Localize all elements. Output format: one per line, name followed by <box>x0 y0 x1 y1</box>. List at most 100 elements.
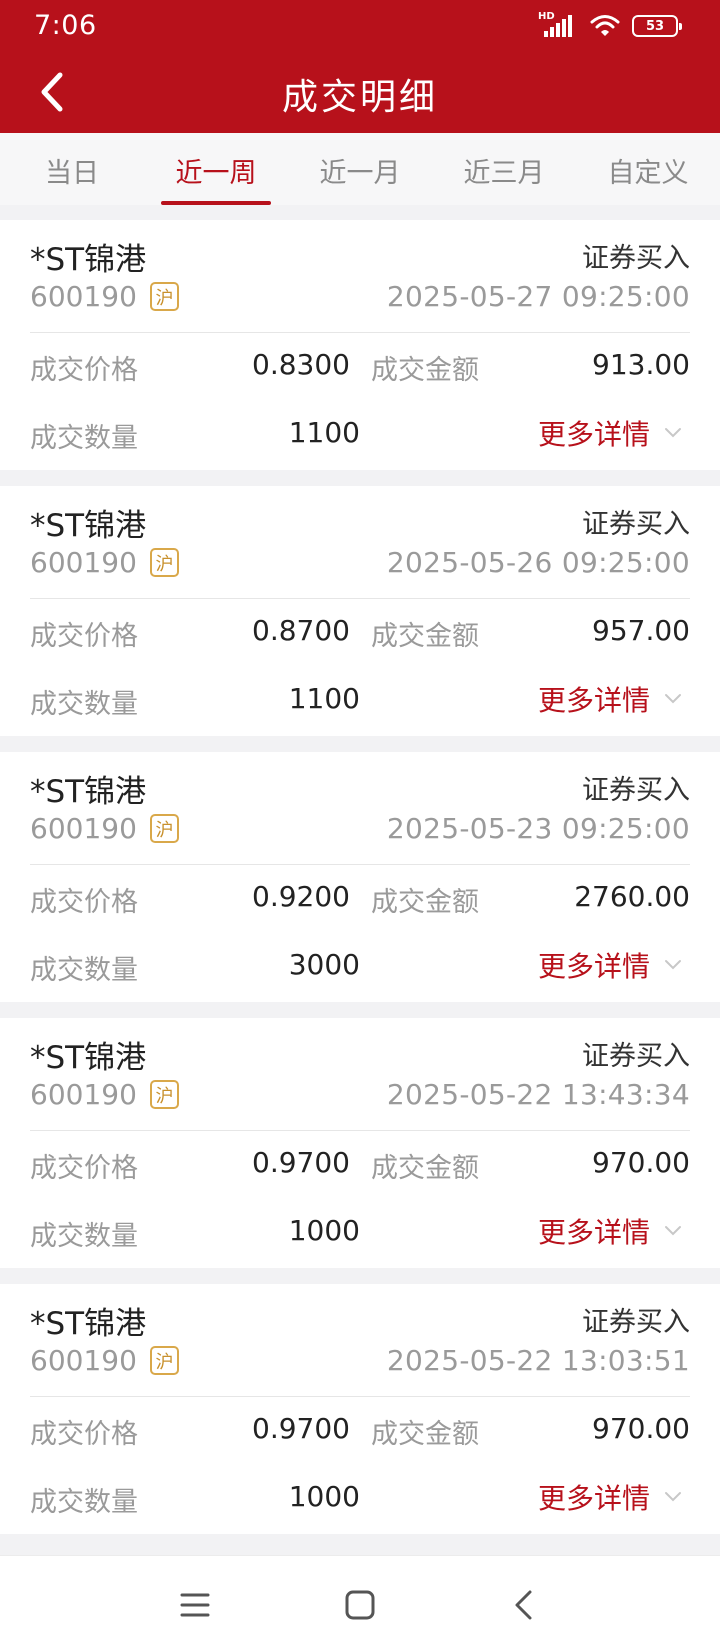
divider <box>30 1130 690 1131</box>
page-title: 成交明细 <box>281 77 438 118</box>
nav-bar: 成交明细 <box>0 52 720 133</box>
price-label: 成交价格 <box>30 621 138 652</box>
divider <box>30 864 690 865</box>
more-details-button[interactable]: 更多详情 <box>538 945 682 985</box>
divider <box>30 598 690 599</box>
tab-month[interactable]: 近一月 <box>288 151 432 190</box>
market-badge: 沪 <box>150 282 179 311</box>
status-time: 7:06 <box>34 10 97 41</box>
more-details-label: 更多详情 <box>537 418 650 451</box>
price-value: 0.8300 <box>252 348 350 381</box>
price-value: 0.9200 <box>252 880 350 913</box>
system-back-button[interactable] <box>500 1582 546 1628</box>
battery-icon: 53 <box>632 15 682 37</box>
stock-code: 600190 <box>30 1078 137 1111</box>
quantity-value: 1000 <box>288 1214 360 1247</box>
trade-time: 2025-05-23 09:25:00 <box>386 812 690 845</box>
stock-code: 600190 <box>30 1344 137 1377</box>
amount-label: 成交金额 <box>371 621 479 652</box>
status-icons: HD 53 <box>538 11 682 40</box>
trade-card[interactable]: *ST锦港 证券买入 600190 沪 2025-05-22 13:03:51 … <box>0 1284 720 1534</box>
amount-value: 970.00 <box>592 1146 690 1179</box>
more-details-label: 更多详情 <box>537 950 650 983</box>
quantity-value: 3000 <box>288 948 360 981</box>
quantity-value: 1100 <box>288 416 360 449</box>
status-bar: 7:06 HD 53 <box>0 0 720 52</box>
amount-value: 2760.00 <box>574 880 690 913</box>
app-header: 7:06 HD 53 成交明细 <box>0 0 720 133</box>
trade-type: 证券买入 <box>582 1041 690 1072</box>
price-label: 成交价格 <box>30 887 138 918</box>
price-label: 成交价格 <box>30 355 138 386</box>
trade-card[interactable]: *ST锦港 证券买入 600190 沪 2025-05-22 13:43:34 … <box>0 1018 720 1268</box>
amount-label: 成交金额 <box>371 355 479 386</box>
tab-week[interactable]: 近一周 <box>144 151 288 190</box>
trade-type: 证券买入 <box>582 243 690 274</box>
trade-card[interactable]: *ST锦港 证券买入 600190 沪 2025-05-26 09:25:00 … <box>0 486 720 736</box>
trade-time: 2025-05-27 09:25:00 <box>386 280 690 313</box>
back-arrow-icon <box>515 1590 532 1620</box>
trade-type: 证券买入 <box>582 1307 690 1338</box>
wifi-icon <box>590 15 620 36</box>
divider <box>30 1396 690 1397</box>
trade-time: 2025-05-22 13:03:51 <box>386 1344 690 1377</box>
quantity-label: 成交数量 <box>30 423 138 454</box>
period-tabs: 当日 近一周 近一月 近三月 自定义 <box>0 133 720 205</box>
price-value: 0.9700 <box>252 1412 350 1445</box>
price-value: 0.9700 <box>252 1146 350 1179</box>
battery-level: 53 <box>645 18 665 34</box>
market-badge: 沪 <box>150 1080 179 1109</box>
quantity-value: 1100 <box>288 682 360 715</box>
signal-icon: HD <box>538 11 578 39</box>
menu-icon <box>180 1593 210 1617</box>
chevron-down-icon <box>665 428 681 438</box>
quantity-label: 成交数量 <box>30 955 138 986</box>
more-details-button[interactable]: 更多详情 <box>538 1211 682 1251</box>
chevron-down-icon <box>665 694 681 704</box>
market-badge: 沪 <box>150 814 179 843</box>
amount-label: 成交金额 <box>371 1153 479 1184</box>
quantity-label: 成交数量 <box>30 1221 138 1252</box>
stock-code: 600190 <box>30 546 137 579</box>
trade-list: *ST锦港 证券买入 600190 沪 2025-05-27 09:25:00 … <box>0 220 720 1550</box>
quantity-value: 1000 <box>288 1480 360 1513</box>
tab-today[interactable]: 当日 <box>0 151 144 190</box>
divider <box>30 332 690 333</box>
price-label: 成交价格 <box>30 1153 138 1184</box>
trade-card[interactable]: *ST锦港 证券买入 600190 沪 2025-05-27 09:25:00 … <box>0 220 720 470</box>
home-button[interactable] <box>337 1582 383 1628</box>
chevron-down-icon <box>665 1492 681 1502</box>
more-details-button[interactable]: 更多详情 <box>538 679 682 719</box>
trade-type: 证券买入 <box>582 509 690 540</box>
tab-custom[interactable]: 自定义 <box>576 151 720 190</box>
price-value: 0.8700 <box>252 614 350 647</box>
chevron-down-icon <box>665 1226 681 1236</box>
more-details-label: 更多详情 <box>537 684 650 717</box>
home-square-icon <box>345 1590 375 1620</box>
more-details-label: 更多详情 <box>537 1216 650 1249</box>
stock-name: *ST锦港 <box>30 1306 147 1342</box>
active-tab-indicator <box>161 201 271 205</box>
amount-value: 957.00 <box>592 614 690 647</box>
tab-three-months[interactable]: 近三月 <box>432 151 576 190</box>
market-badge: 沪 <box>150 548 179 577</box>
amount-value: 970.00 <box>592 1412 690 1445</box>
stock-name: *ST锦港 <box>30 1040 147 1076</box>
stock-name: *ST锦港 <box>30 242 147 278</box>
amount-label: 成交金额 <box>371 887 479 918</box>
more-details-button[interactable]: 更多详情 <box>538 413 682 453</box>
trade-time: 2025-05-26 09:25:00 <box>386 546 690 579</box>
stock-name: *ST锦港 <box>30 508 147 544</box>
more-details-button[interactable]: 更多详情 <box>538 1477 682 1517</box>
market-badge: 沪 <box>150 1346 179 1375</box>
trade-card[interactable]: *ST锦港 证券买入 600190 沪 2025-05-23 09:25:00 … <box>0 752 720 1002</box>
menu-button[interactable] <box>172 1582 218 1628</box>
quantity-label: 成交数量 <box>30 689 138 720</box>
stock-name: *ST锦港 <box>30 774 147 810</box>
system-navigation-bar <box>0 1555 720 1650</box>
amount-value: 913.00 <box>592 348 690 381</box>
trade-time: 2025-05-22 13:43:34 <box>386 1078 690 1111</box>
stock-code: 600190 <box>30 812 137 845</box>
quantity-label: 成交数量 <box>30 1487 138 1518</box>
more-details-label: 更多详情 <box>537 1482 650 1515</box>
